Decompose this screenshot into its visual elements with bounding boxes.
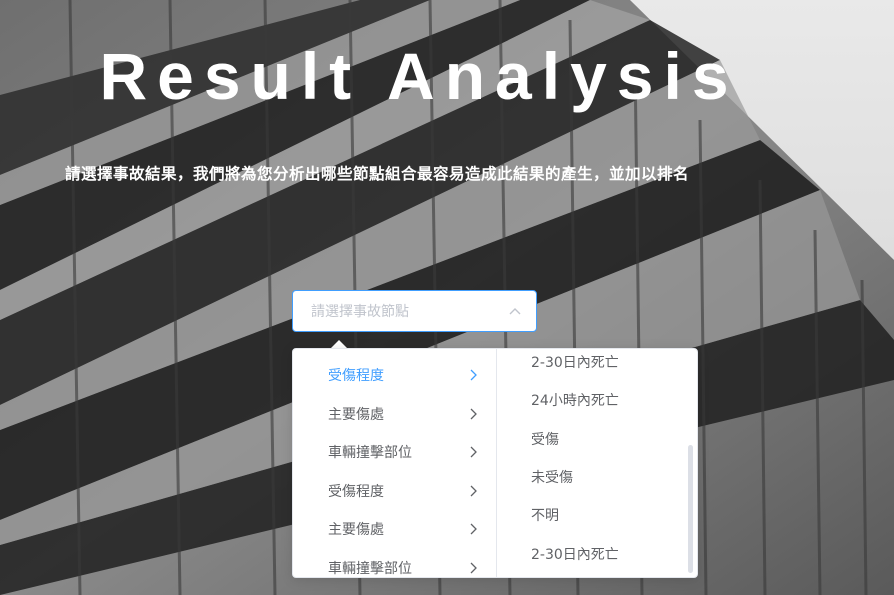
page-subtitle: 請選擇事故結果，我們將為您分析出哪些節點組合最容易造成此結果的產生，並加以排名 — [65, 165, 690, 183]
cascader-option[interactable]: 車輛撞擊部位 — [293, 433, 496, 472]
cascader-placeholder: 請選擇事故節點 — [311, 304, 409, 320]
chevron-right-icon — [468, 485, 480, 497]
cascader-option[interactable]: 未受傷 — [497, 458, 697, 496]
chevron-up-icon[interactable] — [508, 304, 522, 318]
chevron-right-icon — [468, 523, 480, 535]
cascader-option[interactable]: 車輛撞擊部位 — [293, 549, 496, 578]
cascader-option-label: 車輛撞擊部位 — [328, 445, 412, 462]
cascader-dropdown-panel: 受傷程度 主要傷處 車輛撞擊部位 受傷程度 主要傷處 車輛撞擊部位 2-30日內… — [292, 348, 698, 578]
cascader-option-label: 主要傷處 — [328, 406, 384, 423]
cascader-option-label: 受傷程度 — [328, 483, 384, 500]
cascader-option[interactable]: 主要傷處 — [293, 510, 496, 549]
cascader-menu-level-2: 2-30日內死亡 24小時內死亡 受傷 未受傷 不明 2-30日內死亡 — [497, 349, 697, 577]
cascader-option-label: 車輛撞擊部位 — [328, 560, 412, 577]
cascader-option[interactable]: 受傷程度 — [293, 472, 496, 511]
chevron-right-icon — [468, 408, 480, 420]
chevron-right-icon — [468, 369, 480, 381]
dropdown-arrow — [331, 340, 347, 348]
cascader-option[interactable]: 受傷 — [497, 420, 697, 458]
chevron-right-icon — [468, 562, 480, 574]
cascader-option[interactable]: 24小時內死亡 — [497, 381, 697, 419]
cascader-option-label: 主要傷處 — [328, 522, 384, 539]
cascader-option[interactable]: 不明 — [497, 496, 697, 534]
cascader-option[interactable]: 主要傷處 — [293, 395, 496, 434]
cascader-option[interactable]: 2-30日內死亡 — [497, 349, 697, 381]
cascader-option[interactable]: 2-30日內死亡 — [497, 534, 697, 572]
page-title: Result Analysis — [99, 39, 739, 113]
chevron-right-icon — [468, 446, 480, 458]
accident-node-cascader[interactable]: 請選擇事故節點 — [292, 290, 537, 332]
cascader-menu-level-1: 受傷程度 主要傷處 車輛撞擊部位 受傷程度 主要傷處 車輛撞擊部位 — [293, 349, 497, 577]
cascader-option-label: 受傷程度 — [328, 368, 384, 385]
scrollbar-thumb[interactable] — [688, 445, 693, 573]
cascader-option[interactable]: 受傷程度 — [293, 356, 496, 395]
